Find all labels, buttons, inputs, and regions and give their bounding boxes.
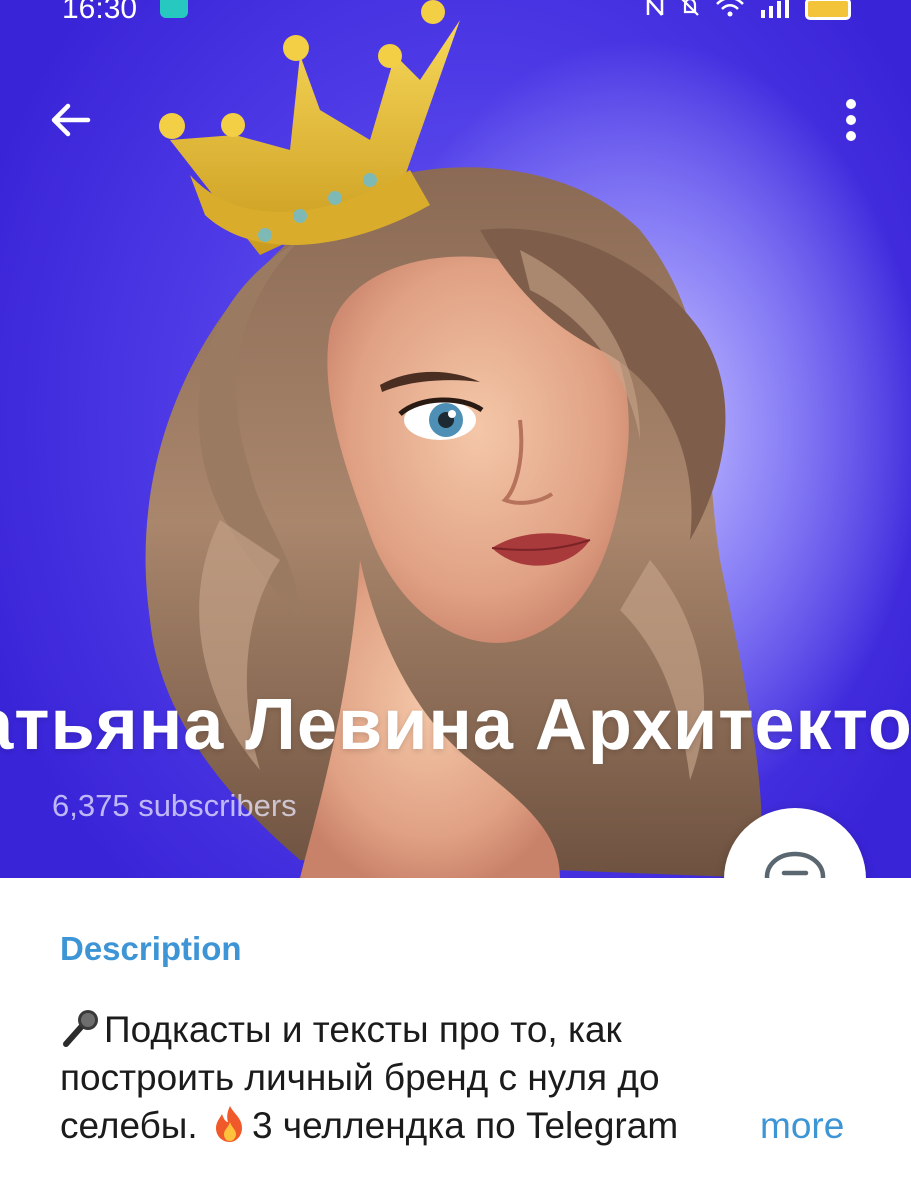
channel-title: Татьяна Левина Архитектор <box>0 684 911 764</box>
description-line: построить личный бренд с нуля до <box>60 1054 860 1102</box>
description-line: Подкасты и тексты про то, как <box>60 1006 860 1054</box>
mute-icon <box>679 0 701 22</box>
status-bar: 16:30 <box>0 0 911 40</box>
status-time: 16:30 <box>62 0 138 25</box>
app-notification-icon <box>160 0 188 18</box>
back-button[interactable] <box>40 92 100 148</box>
channel-title-text: Татьяна Левина Архитектор <box>0 685 911 764</box>
nfc-icon <box>645 0 665 22</box>
signal-icon <box>759 0 791 22</box>
status-icons <box>645 0 851 22</box>
description-heading: Description <box>60 930 242 967</box>
more-menu-button[interactable] <box>826 92 876 148</box>
description-line-3a: селебы. <box>60 1105 208 1146</box>
description-line-3b: 3 челлендка по Telegram <box>251 1105 679 1146</box>
description-line-2: построить личный бренд с нуля до <box>60 1057 660 1098</box>
more-vertical-icon <box>846 99 856 141</box>
arrow-left-icon <box>51 103 91 137</box>
subscriber-count: 6,375 subscribers <box>52 788 297 823</box>
channel-info: Description Подкасты и тексты про то, ка… <box>0 878 911 1200</box>
more-link[interactable]: more <box>760 1102 845 1150</box>
wifi-icon <box>715 0 745 22</box>
profile-banner: 16:30 тьяна Левина Архитекто 6,375 subsc… <box>0 0 911 878</box>
description-line-1: Подкасты и тексты про то, как <box>104 1009 622 1050</box>
fire-icon <box>215 1106 242 1142</box>
text-fade <box>690 1102 760 1150</box>
microphone-icon <box>63 1010 98 1047</box>
battery-icon <box>805 0 851 20</box>
